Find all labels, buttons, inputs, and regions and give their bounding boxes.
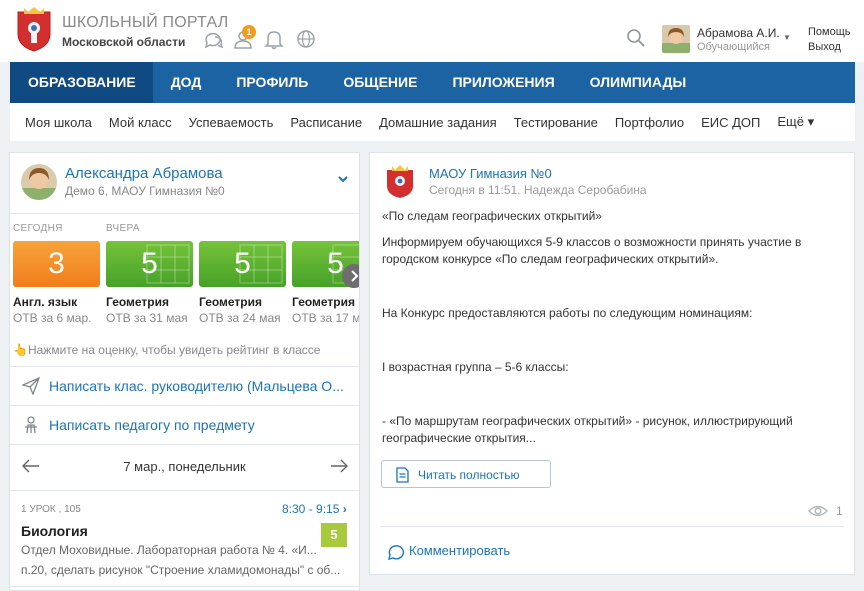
teacher-icon xyxy=(25,416,37,434)
subnav-portfolio[interactable]: Портфолио xyxy=(615,115,684,130)
chevron-down-icon[interactable] xyxy=(337,173,349,185)
moscow-region-crest-logo[interactable] xyxy=(14,6,54,52)
globe-icon[interactable] xyxy=(295,28,317,50)
schedule-date: 7 мар., понедельник xyxy=(123,459,246,474)
subnav-progress[interactable]: Успеваемость xyxy=(189,115,274,130)
comment-link[interactable]: Комментировать xyxy=(409,543,510,558)
search-icon[interactable] xyxy=(626,28,646,48)
grade-value: 5 xyxy=(141,247,158,280)
bell-icon[interactable] xyxy=(263,28,285,50)
next-day-arrow-icon[interactable] xyxy=(330,459,348,473)
post-author-org[interactable]: МАОУ Гимназия №0 xyxy=(429,166,552,181)
grade-card[interactable]: 5 xyxy=(106,241,193,287)
nav-dod[interactable]: ДОД xyxy=(153,62,219,103)
scroll-right-button[interactable] xyxy=(342,264,360,288)
grade-card[interactable]: 3 xyxy=(13,241,100,287)
chat-icon[interactable] xyxy=(202,28,224,50)
student-class-school: Демо 6, МАОУ Гимназия №0 xyxy=(65,184,225,198)
rating-hint: 👆Нажмите на оценку, чтобы увидеть рейтин… xyxy=(13,343,321,357)
divider xyxy=(380,526,844,527)
nav-apps[interactable]: ПРИЛОЖЕНИЯ xyxy=(434,62,571,103)
grade-subject: Геометрия xyxy=(106,295,170,309)
header: ШКОЛЬНЫЙ ПОРТАЛ Московской области 1 Абр… xyxy=(0,0,864,62)
nav-profile[interactable]: ПРОФИЛЬ xyxy=(218,62,325,103)
grade-value: 5 xyxy=(234,247,251,280)
yesterday-label: ВЧЕРА xyxy=(106,223,140,234)
user-avatar[interactable] xyxy=(662,25,690,53)
main-nav: ОБРАЗОВАНИЕ ДОД ПРОФИЛЬ ОБЩЕНИЕ ПРИЛОЖЕН… xyxy=(10,62,855,103)
write-class-teacher-link[interactable]: Написать клас. руководителю (Мальцева О.… xyxy=(10,367,359,405)
write-subject-teacher-link[interactable]: Написать педагогу по предмету xyxy=(10,406,359,444)
student-name[interactable]: Александра Абрамова xyxy=(65,165,223,182)
comment-icon[interactable] xyxy=(387,543,404,560)
user-name[interactable]: Абрамова А.И. xyxy=(697,26,780,40)
subnav-more-dropdown[interactable]: Ещё ▾ xyxy=(777,114,814,130)
lesson-homework: п.20, сделать рисунок "Строение хламидом… xyxy=(21,563,341,577)
chevron-right-icon: › xyxy=(342,502,347,516)
grade-date: ОТВ за 31 мая xyxy=(106,311,188,325)
nav-olympiads[interactable]: ОЛИМПИАДЫ xyxy=(572,62,704,103)
subnav-schedule[interactable]: Расписание xyxy=(290,115,362,130)
read-more-button[interactable]: Читать полностью xyxy=(381,460,551,488)
views-count: 1 xyxy=(836,504,843,518)
grade-card[interactable]: 5 xyxy=(199,241,286,287)
lesson-mark[interactable]: 5 xyxy=(321,523,347,547)
school-crest-icon xyxy=(387,165,413,198)
post-paragraph: - «По маршрутам географических открытий»… xyxy=(382,414,793,445)
grade-subject: Геометрия xyxy=(199,295,263,309)
document-icon xyxy=(396,467,409,483)
help-link[interactable]: Помощь xyxy=(808,26,851,38)
post-title: «По следам географических открытий» xyxy=(382,209,602,223)
grade-date: ОТВ за 6 мар. xyxy=(13,311,92,325)
paper-plane-icon xyxy=(22,377,40,395)
user-role: Обучающийся xyxy=(697,41,771,53)
grade-date: ОТВ за 24 мая xyxy=(199,311,281,325)
eye-icon xyxy=(808,505,828,517)
today-label: СЕГОДНЯ xyxy=(13,223,63,234)
divider xyxy=(10,586,359,587)
write-subject-teacher-label: Написать педагогу по предмету xyxy=(49,417,255,433)
divider xyxy=(10,213,359,214)
grade-subject: Англ. язык xyxy=(13,295,78,309)
grade-subject: Геометрия xyxy=(292,295,356,309)
pointer-hand-icon: 👆 xyxy=(13,343,28,357)
subnav-my-class[interactable]: Мой класс xyxy=(109,115,172,130)
divider xyxy=(10,444,359,445)
subnav-eis-dop[interactable]: ЕИС ДОП xyxy=(701,115,760,130)
nav-education[interactable]: ОБРАЗОВАНИЕ xyxy=(10,62,153,103)
subnav-homework[interactable]: Домашние задания xyxy=(379,115,497,130)
student-avatar[interactable] xyxy=(21,164,57,200)
lesson-number-room: 1 УРОК , 105 xyxy=(21,504,81,515)
post-paragraph: I возрастная группа – 5-6 классы: xyxy=(382,360,569,374)
post-meta: Сегодня в 11:51. Надежда Серобабина xyxy=(429,183,647,197)
student-panel: Александра Абрамова Демо 6, МАОУ Гимнази… xyxy=(9,152,360,591)
notification-badge: 1 xyxy=(242,25,256,39)
grade-date: ОТВ за 17 ма xyxy=(292,311,360,325)
logout-link[interactable]: Выход xyxy=(808,41,841,53)
grade-value: 3 xyxy=(48,247,65,280)
post-paragraph: Информируем обучающихся 5-9 классов о во… xyxy=(382,235,802,266)
nav-communication[interactable]: ОБЩЕНИЕ xyxy=(325,62,434,103)
post-paragraph: На Конкурс предоставляются работы по сле… xyxy=(382,306,753,320)
lesson-topic: Отдел Моховидные. Лабораторная работа № … xyxy=(21,543,317,557)
news-post: МАОУ Гимназия №0 Сегодня в 11:51. Надежд… xyxy=(369,152,855,575)
divider xyxy=(10,490,359,491)
sub-nav: Моя школа Мой класс Успеваемость Расписа… xyxy=(10,103,855,141)
subnav-testing[interactable]: Тестирование xyxy=(514,115,598,130)
lesson-subject[interactable]: Биология xyxy=(21,523,88,539)
lesson-time[interactable]: 8:30 - 9:15 › xyxy=(282,502,347,516)
portal-region: Московской области xyxy=(62,35,186,49)
user-menu-caret-icon[interactable]: ▼ xyxy=(783,33,791,42)
write-class-teacher-label: Написать клас. руководителю (Мальцева О.… xyxy=(49,378,344,394)
read-more-label: Читать полностью xyxy=(418,468,520,482)
subnav-my-school[interactable]: Моя школа xyxy=(25,115,92,130)
